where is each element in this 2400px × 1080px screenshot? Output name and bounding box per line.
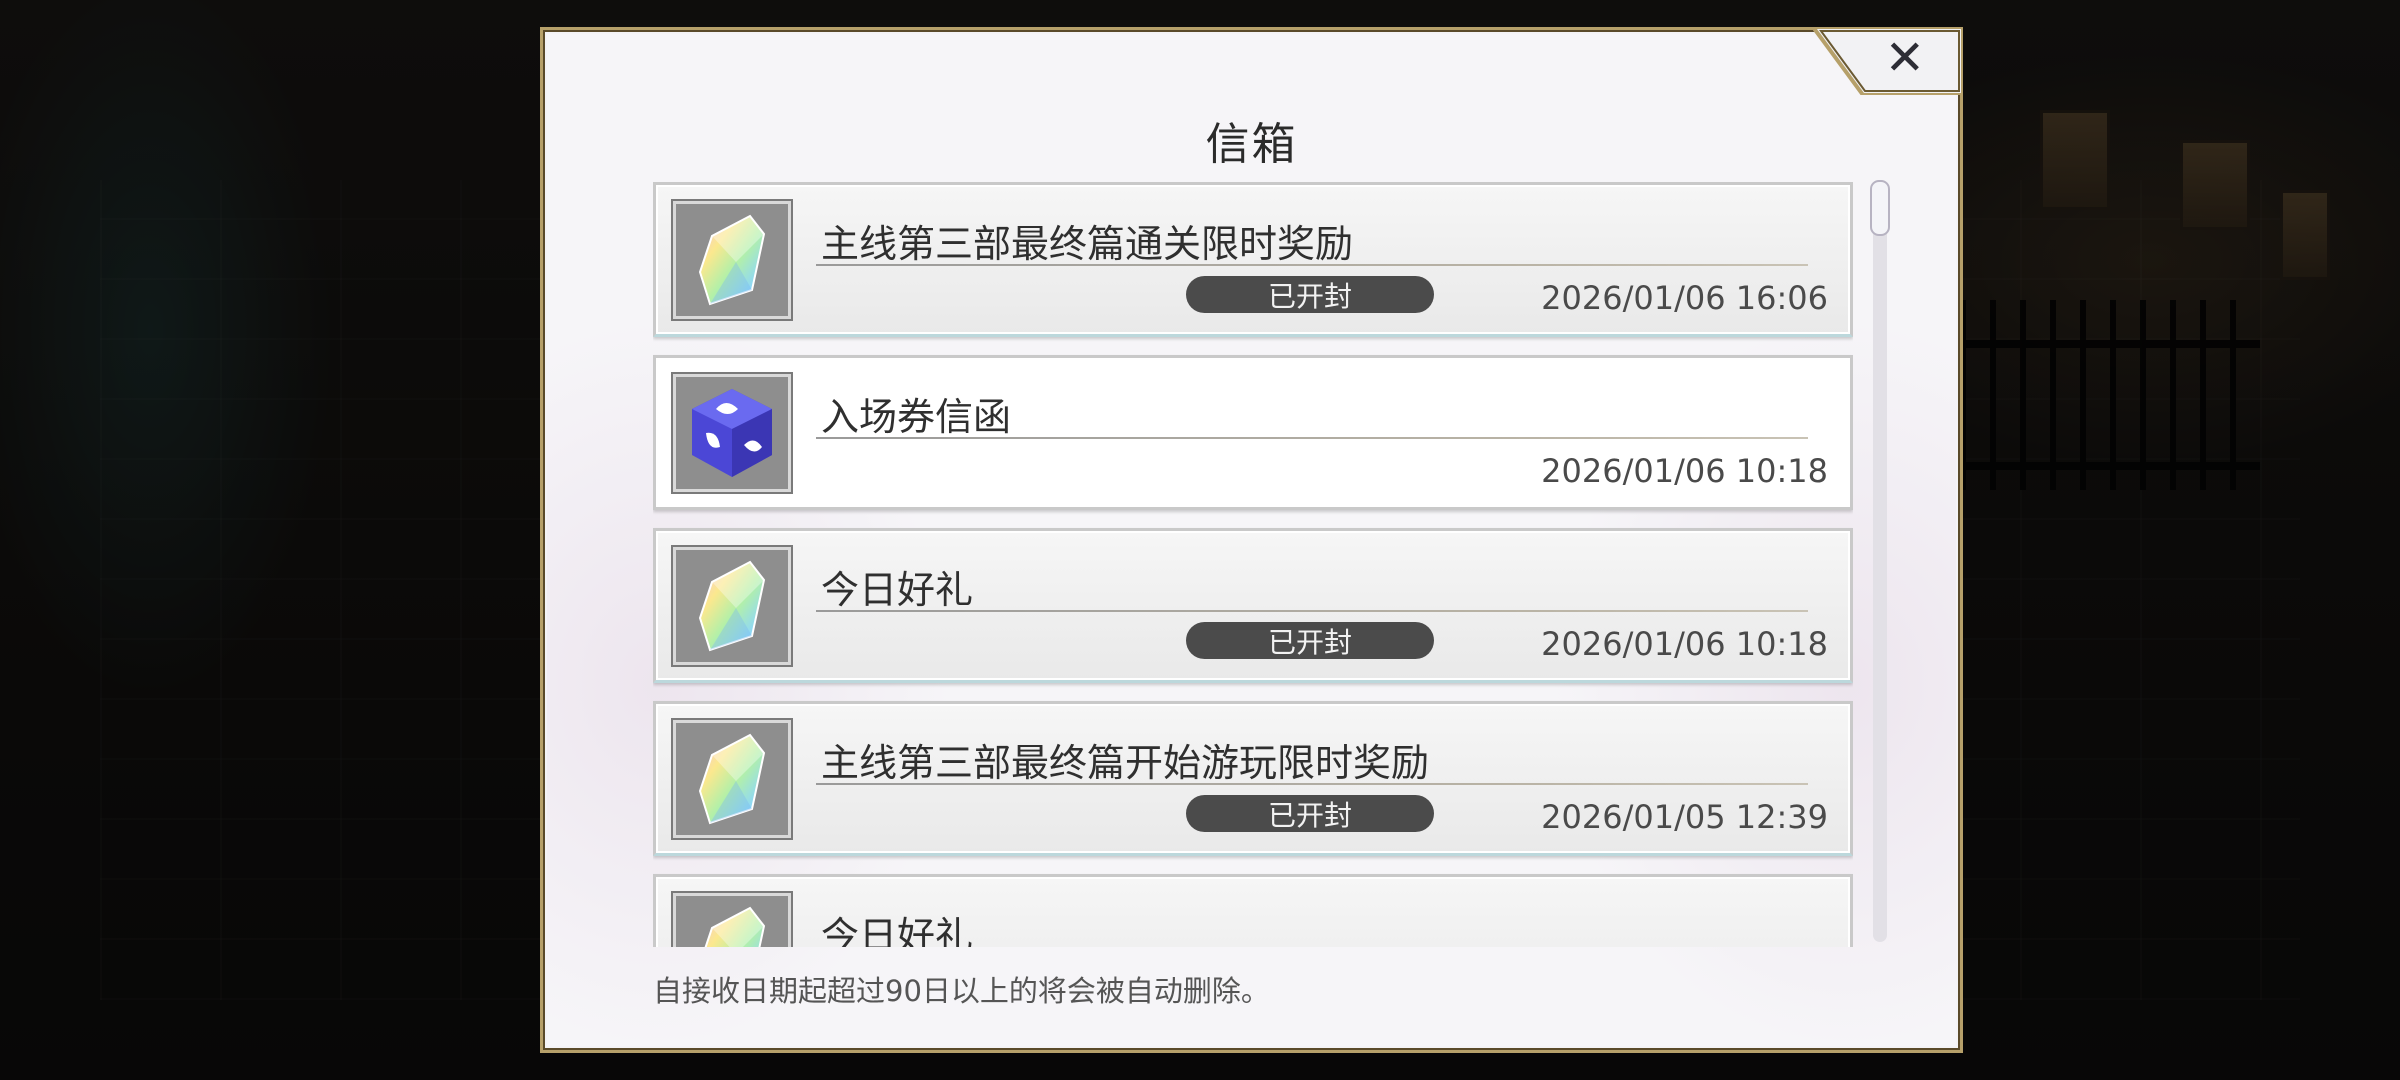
mail-title: 主线第三部最终篇开始游玩限时奖励 (821, 741, 1430, 785)
scrollbar-thumb[interactable] (1870, 180, 1890, 236)
rainbow-crystal-icon (673, 201, 791, 319)
opened-status-badge: 已开封 (1186, 622, 1434, 659)
mail-item[interactable]: 主线第三部最终篇通关限时奖励已开封 2026/01/06 16:06 (653, 182, 1853, 337)
rainbow-crystal-icon (673, 547, 791, 665)
close-button[interactable]: ✕ (1813, 27, 1963, 95)
mail-item[interactable]: 今日好礼已开封 2026/01/06 10:18 (653, 528, 1853, 683)
mail-timestamp: 2026/01/06 10:18 (1541, 625, 1828, 663)
mail-timestamp: 2026/01/06 16:06 (1541, 279, 1828, 317)
mail-timestamp: 2026/01/05 12:39 (1541, 798, 1828, 836)
dialog-title: 信箱 (1205, 119, 1298, 170)
close-icon: ✕ (1884, 30, 1925, 86)
mail-title: 主线第三部最终篇通关限时奖励 (821, 222, 1354, 266)
rainbow-crystal-icon (673, 720, 791, 838)
mailbox-dialog: ✕ 信箱 主线第三部最终篇通关限时奖励已开封 2026/01/06 16:06 入… (540, 27, 1963, 1053)
mail-divider (816, 437, 1808, 439)
mail-list[interactable]: 主线第三部最终篇通关限时奖励已开封 2026/01/06 16:06 入场券信函 2… (653, 182, 1853, 947)
scrollbar-track[interactable] (1870, 180, 1890, 942)
rainbow-crystal-icon (673, 893, 791, 947)
mail-timestamp: 2026/01/06 10:18 (1541, 452, 1828, 490)
mail-item[interactable]: 今日好礼 (653, 874, 1853, 947)
mail-item[interactable]: 入场券信函 2026/01/06 10:18 (653, 355, 1853, 510)
mail-item[interactable]: 主线第三部最终篇开始游玩限时奖励已开封 2026/01/05 12:39 (653, 701, 1853, 856)
opened-status-badge: 已开封 (1186, 795, 1434, 832)
mail-divider (816, 783, 1808, 785)
mail-title: 今日好礼 (821, 568, 974, 612)
mail-divider (816, 610, 1808, 612)
auto-delete-note: 自接收日期起超过90日以上的将会被自动删除。 (653, 974, 1270, 1008)
mail-divider (816, 264, 1808, 266)
mail-title: 今日好礼 (821, 914, 974, 947)
ticket-cube-icon (673, 374, 791, 492)
mail-title: 入场券信函 (821, 395, 1012, 439)
opened-status-badge: 已开封 (1186, 276, 1434, 313)
